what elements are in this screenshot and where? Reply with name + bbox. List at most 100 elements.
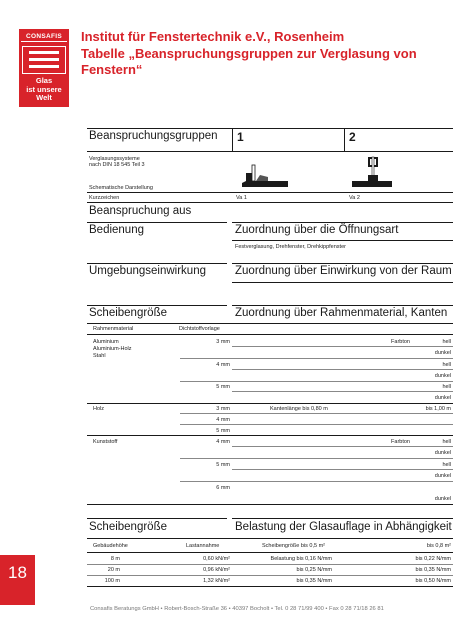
row-rule: [180, 458, 453, 459]
row-rule: [232, 469, 453, 470]
scheibengroesse-label: Scheibengröße: [89, 307, 167, 319]
title-line-1: Institut für Fenstertechnik e.V., Rosenh…: [81, 29, 345, 44]
bedienung-rule-left: [87, 222, 227, 223]
holz-bis100: bis 1,00 m: [425, 406, 451, 412]
t2-heading: Scheibengröße: [89, 521, 167, 533]
mat-kunststoff: Kunststoff: [93, 439, 118, 445]
schematic-va2-icon: [352, 156, 392, 187]
oeffnung-detail: Festverglasung, Drehfenster, Drehkippfen…: [235, 244, 346, 250]
subheader-rule: [87, 334, 453, 335]
metal-3mm-hell: hell: [442, 339, 451, 345]
metal-5mm-hell: hell: [442, 384, 451, 390]
metal-farbton: Farbton: [391, 339, 410, 345]
t2-sub-rule: [87, 552, 453, 553]
col-divider-2: [344, 128, 345, 152]
row-rule: [180, 381, 453, 382]
kunststoff-farbton: Farbton: [391, 439, 410, 445]
t2-row-1-last: 0,60 kN/m²: [203, 556, 230, 562]
title-line-3: Fenstern“: [81, 62, 143, 77]
group-2-label: 2: [349, 130, 356, 144]
holz-kantenlaenge: Kantenlänge bis 0,80 m: [270, 406, 328, 412]
dichtstoffvorlage-header: Dichtstoffvorlage: [179, 326, 220, 332]
kunststoff-4mm-hell: hell: [442, 439, 451, 445]
t2-rule-right: [232, 518, 453, 519]
t2-row-1-s1: Belastung bis 0,16 N/mm: [270, 556, 332, 562]
t2-col-bis08: bis 0,8 m²: [426, 543, 451, 549]
group-rule: [87, 435, 453, 436]
umgebung-label: Umgebungseinwirkung: [89, 265, 206, 277]
schematische-label: Schematische Darstellung: [89, 185, 153, 191]
t2-head-rule: [87, 538, 453, 539]
page-title: Institut für Fenstertechnik e.V., Rosenh…: [81, 29, 431, 79]
t2-col-gebaeude: Gebäudehöhe: [93, 543, 128, 549]
kurzzeichen-rule: [87, 202, 453, 203]
logo-slogan: Glas ist unsere Welt: [21, 76, 67, 103]
row-rule: [232, 346, 453, 347]
metal-4mm-hell: hell: [442, 362, 451, 368]
raum-rule: [232, 282, 453, 283]
title-line-2: Tabelle „Beanspruchungsgruppen zur Vergl…: [81, 45, 417, 61]
umgebung-rule-left: [87, 263, 227, 264]
t2-row-1-hoehe: 8 m: [110, 556, 120, 562]
kurzzeichen-va1: Va 1: [236, 195, 247, 201]
group-rule: [87, 403, 453, 404]
row-rule: [180, 358, 453, 359]
t2-bottom-rule: [87, 586, 453, 587]
logo-window-icon: [22, 46, 66, 74]
t2-row-1-s2: bis 0,22 N/mm: [415, 556, 451, 562]
row-rule: [232, 369, 453, 370]
metal-3mm-dunkel: dunkel: [434, 350, 451, 356]
t2-row-3-last: 1,32 kN/m²: [203, 578, 230, 584]
kurzzeichen-va2: Va 2: [349, 195, 360, 201]
t2-row-2-s1: bis 0,25 N/mm: [296, 567, 332, 573]
metal-5mm: 5 mm: [216, 384, 230, 390]
t2-rule-left: [87, 518, 227, 519]
col-divider-1: [232, 128, 233, 152]
rahmen-rule: [87, 323, 453, 324]
metal-5mm-dunkel: dunkel: [434, 395, 451, 401]
zuordnung-rahmen: Zuordnung über Rahmenmaterial, Kanten: [235, 307, 448, 319]
t2-row-3-s2: bis 0,50 N/mm: [415, 578, 451, 584]
row-rule: [180, 424, 453, 425]
bedienung-label: Bedienung: [89, 224, 144, 236]
oeffnung-rule: [232, 240, 453, 241]
group-1-label: 1: [237, 130, 244, 144]
rahmenmaterial-header: Rahmenmaterial: [93, 326, 134, 332]
kunststoff-6mm: 6 mm: [216, 485, 230, 491]
kunststoff-5mm-dunkel: dunkel: [434, 473, 451, 479]
umgebung-rule-right: [232, 263, 453, 264]
mat-aluminium: Aluminium: [93, 339, 119, 345]
holz-4mm: 4 mm: [216, 417, 230, 423]
row-rule: [87, 564, 453, 565]
holz-3mm: 3 mm: [216, 406, 230, 412]
kunststoff-6mm-dunkel: dunkel: [434, 496, 451, 502]
schematic-rule: [87, 192, 453, 193]
zuordnung-raum: Zuordnung über Einwirkung von der Raum: [235, 265, 452, 277]
t2-row-3-s1: bis 0,35 N/mm: [296, 578, 332, 584]
t2-row-2-last: 0,96 kN/m²: [203, 567, 230, 573]
mat-stahl: Stahl: [93, 353, 106, 359]
kunststoff-4mm-dunkel: dunkel: [434, 450, 451, 456]
metal-4mm-dunkel: dunkel: [434, 373, 451, 379]
metal-3mm: 3 mm: [216, 339, 230, 345]
t2-col-scheibe: Scheibengröße bis 0,5 m²: [262, 543, 325, 549]
scheiben-rule-right: [232, 305, 453, 306]
kunststoff-4mm: 4 mm: [216, 439, 230, 445]
row-rule: [232, 446, 453, 447]
holz-5mm: 5 mm: [216, 428, 230, 434]
scheiben-rule-left: [87, 305, 227, 306]
t2-col-lastannahme: Lastannahme: [186, 543, 220, 549]
row-rule: [180, 481, 453, 482]
footer-address: Consafis Beratungs GmbH • Robert-Bosch-S…: [90, 606, 384, 612]
mat-holz: Holz: [93, 406, 105, 412]
kunststoff-5mm-hell: hell: [442, 462, 451, 468]
table-bottom-rule: [87, 504, 453, 505]
row-rule: [232, 391, 453, 392]
verglasung-line-2: nach DIN 18 545 Teil 3: [89, 162, 145, 168]
heading-rule: [87, 151, 453, 152]
logo-brand: CONSAFIS: [21, 31, 67, 42]
mat-aluminium-holz: Aluminium-Holz: [93, 346, 132, 352]
logo-slogan-line-3: Welt: [36, 93, 52, 102]
schematic-va1-icon: [242, 164, 288, 187]
row-rule: [87, 575, 453, 576]
